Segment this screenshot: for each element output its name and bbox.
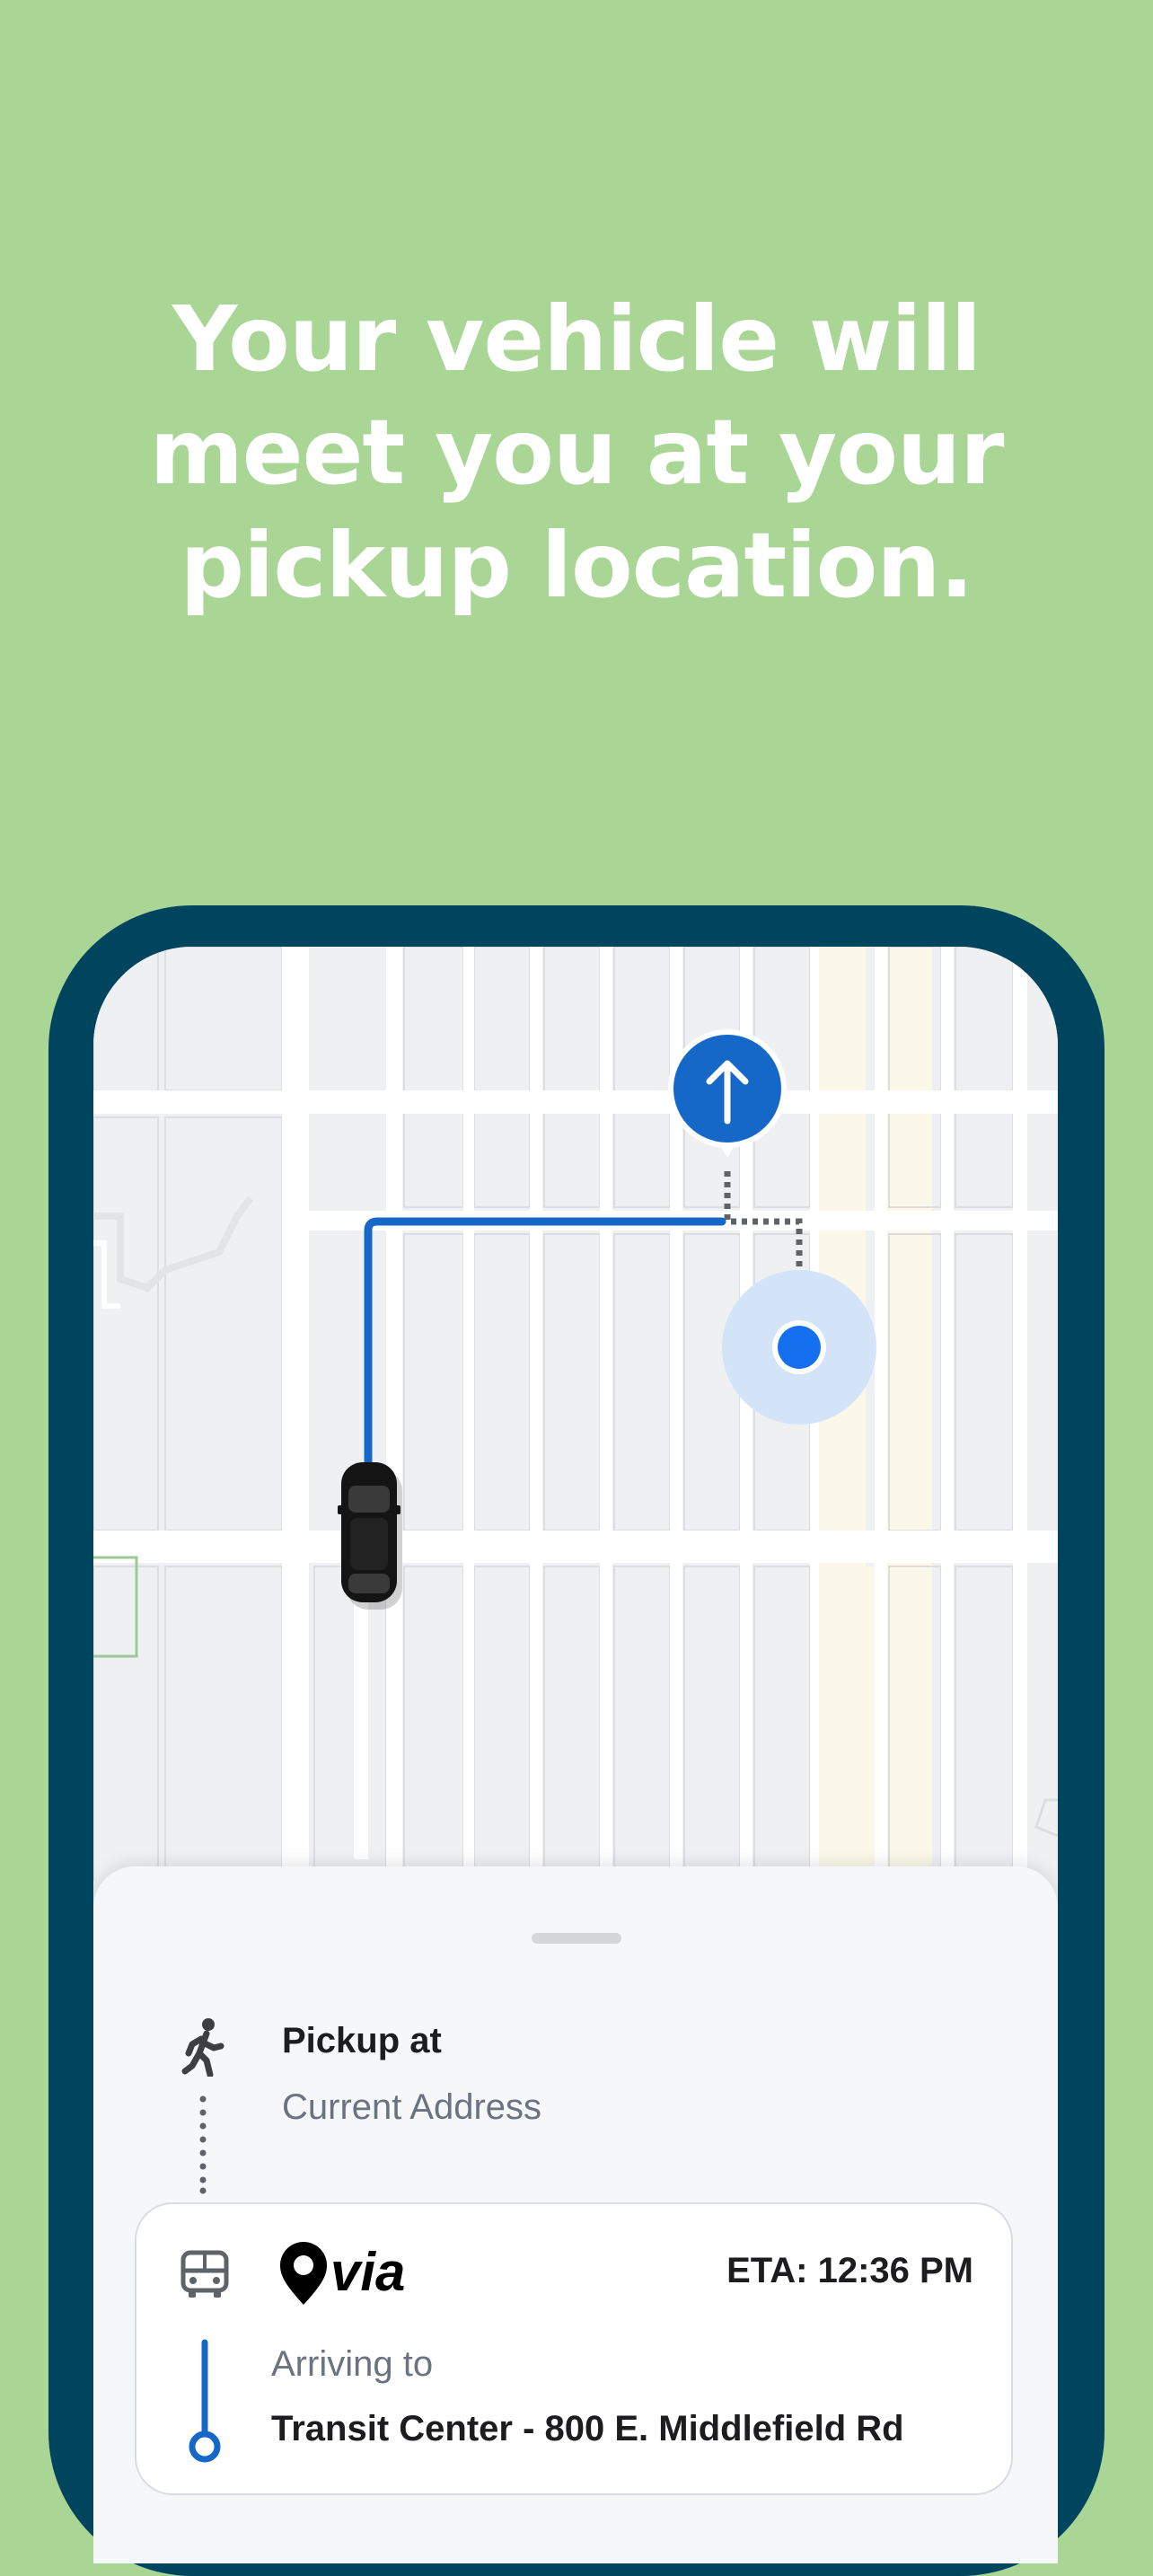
svg-text:via: via — [330, 2242, 405, 2302]
user-location-dot — [778, 1326, 821, 1369]
van-icon — [180, 2250, 229, 2298]
phone-screen: Pickup at Current Address via ETA: 12:36… — [93, 947, 1058, 2563]
ride-card[interactable]: via ETA: 12:36 PM Arriving to Transit Ce… — [135, 2202, 1013, 2495]
map-canvas — [93, 947, 1058, 1881]
pickup-address[interactable]: Current Address — [282, 2087, 541, 2128]
walking-dots-connector — [199, 2095, 207, 2194]
headline-line-3: pickup location. — [180, 513, 974, 618]
arriving-label: Arriving to — [271, 2344, 434, 2384]
headline-line-2: meet you at your — [149, 400, 1005, 505]
eta-time: ETA: 12:36 PM — [726, 2251, 973, 2290]
bottom-sheet: Pickup at Current Address via ETA: 12:36… — [93, 1866, 1058, 2563]
headline: Your vehicle will meet you at your picku… — [0, 283, 1153, 622]
destination-route-icon — [189, 2339, 221, 2463]
walking-person-icon — [181, 2018, 224, 2077]
pickup-title: Pickup at — [282, 2021, 442, 2060]
sheet-grabber[interactable] — [532, 1933, 621, 1944]
via-logo: via — [280, 2242, 405, 2305]
map-view[interactable] — [93, 947, 1058, 1881]
vehicle-car-icon — [338, 1462, 402, 1610]
destination-address: Transit Center - 800 E. Middlefield Rd — [271, 2409, 904, 2448]
headline-line-1: Your vehicle will — [172, 287, 981, 392]
